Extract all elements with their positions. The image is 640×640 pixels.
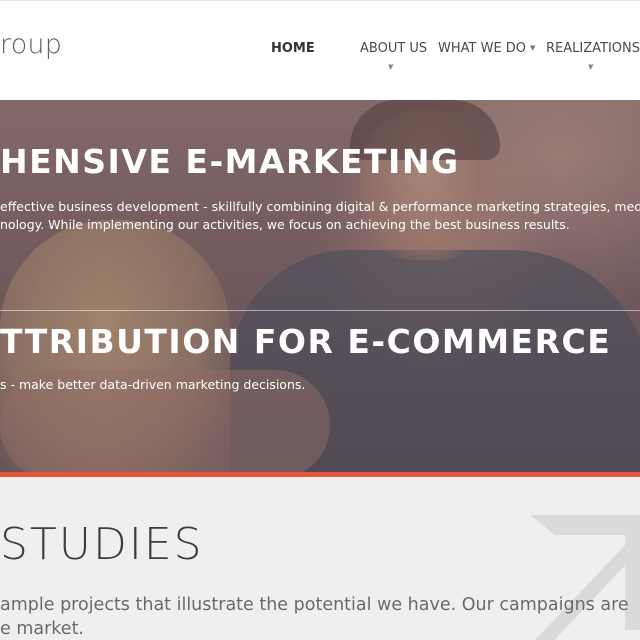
chevron-down-icon: ▼: [388, 63, 394, 71]
hero-title-1: HENSIVE E-MARKETING: [0, 142, 460, 181]
hero-title-2: TTRIBUTION FOR E-COMMERCE: [0, 322, 612, 361]
hero-text-2: s - make better data-driven marketing de…: [0, 377, 306, 392]
hero-slider: HENSIVE E-MARKETING effective business d…: [0, 100, 640, 472]
arrow-up-right-icon: [530, 515, 640, 640]
section-text-line2: e market.: [0, 619, 84, 639]
nav-realizations[interactable]: REALIZATIONS ▼: [546, 41, 640, 71]
nav-what-we-do[interactable]: WHAT WE DO ▼: [438, 41, 535, 56]
main-nav: HOME ABOUT US ▼ WHAT WE DO ▼ REALIZATIONS…: [0, 41, 640, 81]
hero-divider: [0, 310, 640, 311]
nav-what-we-do-label: WHAT WE DO: [438, 41, 527, 56]
nav-realizations-label: REALIZATIONS: [546, 41, 640, 56]
nav-home-label: HOME: [271, 41, 315, 56]
case-studies-section: STUDIES ample projects that illustrate t…: [0, 477, 640, 640]
hero-text-1a: effective business development - skillfu…: [0, 199, 640, 214]
section-text-line1: ample projects that illustrate the poten…: [0, 595, 629, 615]
nav-home[interactable]: HOME: [271, 41, 315, 56]
nav-about-us[interactable]: ABOUT US ▼: [360, 41, 428, 71]
hero-text-1b: nology. While implementing our activitie…: [0, 217, 570, 232]
nav-about-us-label: ABOUT US: [360, 41, 428, 56]
site-header: roup HOME ABOUT US ▼ WHAT WE DO ▼ REALIZA…: [0, 0, 640, 100]
chevron-down-icon: ▼: [588, 63, 594, 71]
section-title: STUDIES: [0, 519, 204, 570]
caret-down-icon: ▼: [530, 44, 536, 52]
